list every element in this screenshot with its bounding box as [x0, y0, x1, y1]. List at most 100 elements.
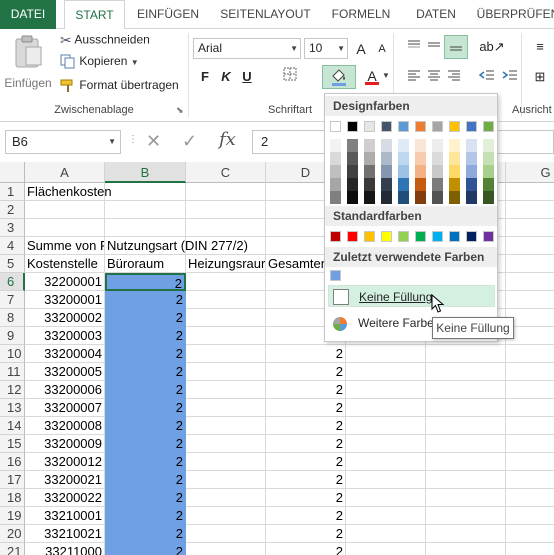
tab-page-layout[interactable]: SEITENLAYOUT [214, 0, 317, 29]
cell-b18[interactable]: 2 [105, 489, 186, 507]
row-header[interactable]: 13 [0, 399, 25, 417]
cell-a12[interactable]: 33200006 [25, 381, 105, 399]
cell-g14[interactable] [506, 417, 554, 435]
cell-c8[interactable] [186, 309, 266, 327]
cell-e19[interactable] [346, 507, 426, 525]
color-swatch[interactable] [347, 121, 358, 132]
cut-button[interactable]: ✂ Ausschneiden [60, 32, 150, 49]
italic-button[interactable]: K [216, 67, 236, 87]
align-center-button[interactable] [424, 67, 444, 87]
color-swatch[interactable] [483, 178, 494, 191]
cell-d16[interactable]: 2 [266, 453, 346, 471]
cell-d14[interactable]: 2 [266, 417, 346, 435]
cell-a3[interactable] [25, 219, 105, 237]
color-swatch[interactable] [466, 139, 477, 152]
cell-b1[interactable] [105, 183, 186, 201]
chevron-down-icon[interactable]: ▼ [337, 39, 345, 58]
cell-d21[interactable]: 2 [266, 543, 346, 555]
enter-button[interactable]: ✓ [182, 131, 197, 152]
cell-a6[interactable]: 32200001 [25, 273, 105, 291]
cell-c20[interactable] [186, 525, 266, 543]
color-swatch[interactable] [449, 121, 460, 132]
color-swatch[interactable] [364, 139, 375, 152]
cell-g6[interactable] [506, 273, 554, 291]
cell-c16[interactable] [186, 453, 266, 471]
cell-a11[interactable]: 33200005 [25, 363, 105, 381]
cell-b5[interactable]: Büroraum [105, 255, 186, 273]
cell-e20[interactable] [346, 525, 426, 543]
color-swatch[interactable] [330, 139, 341, 152]
color-swatch[interactable] [330, 178, 341, 191]
color-swatch[interactable] [449, 178, 460, 191]
cell-g19[interactable] [506, 507, 554, 525]
cell-b10[interactable]: 2 [105, 345, 186, 363]
color-swatch[interactable] [364, 191, 375, 204]
cell-a7[interactable]: 33200001 [25, 291, 105, 309]
column-header-a[interactable]: A [25, 162, 105, 183]
align-middle-button[interactable] [424, 37, 444, 57]
row-header[interactable]: 12 [0, 381, 25, 399]
cell-a17[interactable]: 33200021 [25, 471, 105, 489]
cell-a21[interactable]: 33211000 [25, 543, 105, 555]
color-swatch[interactable] [398, 121, 409, 132]
color-swatch[interactable] [381, 231, 392, 242]
orientation-button[interactable]: ab↗ [478, 37, 506, 57]
cell-b21[interactable]: 2 [105, 543, 186, 555]
row-header[interactable]: 5 [0, 255, 25, 273]
tab-data[interactable]: DATEN [405, 0, 467, 29]
tab-file[interactable]: DATEI [0, 0, 56, 29]
align-top-button[interactable] [404, 37, 424, 57]
cell-g20[interactable] [506, 525, 554, 543]
format-painter-button[interactable]: Format übertragen [60, 78, 179, 93]
increase-indent-button[interactable] [500, 67, 520, 87]
fill-color-button[interactable] [322, 65, 356, 89]
color-swatch[interactable] [415, 178, 426, 191]
cell-e14[interactable] [346, 417, 426, 435]
color-swatch[interactable] [364, 231, 375, 242]
color-swatch[interactable] [449, 165, 460, 178]
cell-c9[interactable] [186, 327, 266, 345]
color-swatch[interactable] [415, 139, 426, 152]
cell-f17[interactable] [426, 471, 506, 489]
color-swatch[interactable] [330, 165, 341, 178]
cell-f14[interactable] [426, 417, 506, 435]
cell-e17[interactable] [346, 471, 426, 489]
column-header-g[interactable]: G [506, 162, 554, 183]
row-header[interactable]: 2 [0, 201, 25, 219]
color-swatch[interactable] [398, 191, 409, 204]
color-swatch[interactable] [330, 152, 341, 165]
cell-b11[interactable]: 2 [105, 363, 186, 381]
cell-a20[interactable]: 33210021 [25, 525, 105, 543]
cell-d11[interactable]: 2 [266, 363, 346, 381]
cell-e16[interactable] [346, 453, 426, 471]
tab-insert[interactable]: EINFÜGEN [130, 0, 206, 29]
color-swatch[interactable] [432, 178, 443, 191]
chevron-down-icon[interactable]: ▼ [290, 39, 298, 58]
cell-c10[interactable] [186, 345, 266, 363]
column-header-b[interactable]: B [105, 162, 186, 183]
cell-g3[interactable] [506, 219, 554, 237]
cell-a5[interactable]: Kostenstelle [25, 255, 105, 273]
color-swatch[interactable] [347, 165, 358, 178]
cell-g17[interactable] [506, 471, 554, 489]
cell-d20[interactable]: 2 [266, 525, 346, 543]
color-swatch[interactable] [330, 270, 341, 281]
cell-b19[interactable]: 2 [105, 507, 186, 525]
cell-c7[interactable] [186, 291, 266, 309]
color-swatch[interactable] [449, 231, 460, 242]
color-swatch[interactable] [432, 121, 443, 132]
cell-c15[interactable] [186, 435, 266, 453]
row-header[interactable]: 20 [0, 525, 25, 543]
row-header[interactable]: 15 [0, 435, 25, 453]
cell-b15[interactable]: 2 [105, 435, 186, 453]
cell-g7[interactable] [506, 291, 554, 309]
cell-g21[interactable] [506, 543, 554, 555]
decrease-indent-button[interactable] [477, 67, 497, 87]
color-swatch[interactable] [466, 165, 477, 178]
color-swatch[interactable] [483, 152, 494, 165]
cell-b2[interactable] [105, 201, 186, 219]
color-swatch[interactable] [466, 231, 477, 242]
cell-b4[interactable]: Nutzungsart (DIN 277/2) [105, 237, 248, 255]
color-swatch[interactable] [364, 121, 375, 132]
cell-g13[interactable] [506, 399, 554, 417]
